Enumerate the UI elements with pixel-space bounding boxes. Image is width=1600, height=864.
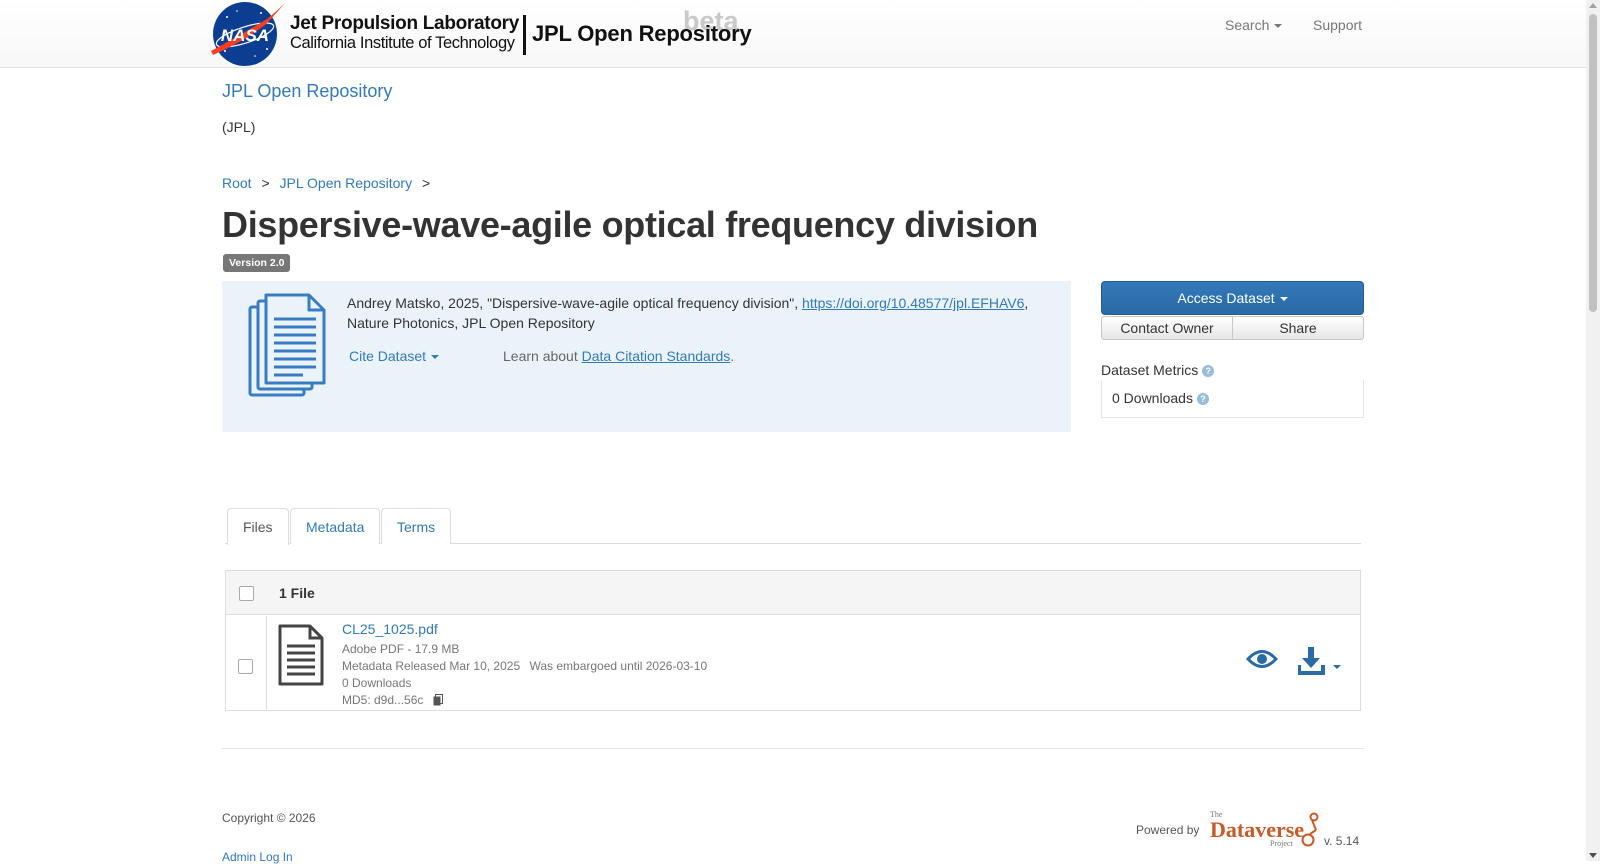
- citation-text: Andrey Matsko, 2025, "Dispersive-wave-ag…: [347, 293, 1047, 333]
- citation-box: Andrey Matsko, 2025, "Dispersive-wave-ag…: [222, 281, 1071, 432]
- caret-down-icon: [1279, 297, 1288, 302]
- citation-body: Andrey Matsko, 2025, "Dispersive-wave-ag…: [347, 295, 799, 311]
- files-table-header: 1 File: [226, 571, 1360, 615]
- lab-name: Jet Propulsion Laboratory: [290, 13, 519, 34]
- help-icon[interactable]: ?: [1202, 365, 1215, 377]
- scroll-up-arrow-icon[interactable]: [1589, 3, 1597, 8]
- file-select-checkbox[interactable]: [238, 659, 253, 674]
- row-divider: [266, 616, 267, 710]
- metrics-box: 0 Downloads?: [1101, 380, 1364, 418]
- file-downloads: 0 Downloads: [342, 676, 412, 690]
- page-scrollbar[interactable]: [1586, 0, 1600, 861]
- dataverse-version: v. 5.14: [1324, 834, 1360, 848]
- caret-down-icon: [1274, 24, 1283, 29]
- doi-link[interactable]: https://doi.org/10.48577/jpl.EFHAV6: [802, 295, 1024, 311]
- citation-standards-note: Learn about Data Citation Standards.: [503, 348, 734, 364]
- contact-owner-button[interactable]: Contact Owner: [1101, 316, 1233, 340]
- file-md5: MD5: d9d...56c: [342, 693, 443, 707]
- footer-divider: [222, 748, 1364, 749]
- support-link[interactable]: Support: [1313, 17, 1362, 33]
- top-navbar: NASA Jet Propulsion Laboratory Californi…: [0, 0, 1586, 68]
- copy-icon[interactable]: [433, 694, 443, 706]
- preview-eye-icon[interactable]: [1246, 648, 1278, 670]
- table-row: CL25_1025.pdf Adobe PDF - 17.9 MB Metada…: [226, 616, 1360, 710]
- md5-value: MD5: d9d...56c: [342, 693, 424, 707]
- download-icon[interactable]: [1298, 646, 1344, 676]
- learn-suffix: .: [730, 348, 735, 364]
- brand-divider: [523, 15, 526, 55]
- caret-down-icon: [431, 355, 440, 360]
- data-citation-standards-link[interactable]: Data Citation Standards: [582, 348, 731, 364]
- search-menu-label: Search: [1225, 17, 1270, 33]
- tab-metadata[interactable]: Metadata: [290, 508, 381, 544]
- dataset-metrics-title: Dataset Metrics: [1101, 362, 1199, 378]
- dataset-documents-icon: [248, 293, 326, 397]
- svg-text:Project: Project: [1270, 839, 1293, 848]
- dataverse-logo[interactable]: The Dataverse Project: [1208, 808, 1326, 850]
- dataset-title: Dispersive-wave-agile optical frequency …: [222, 204, 1038, 245]
- breadcrumb: Root > JPL Open Repository >: [222, 175, 436, 191]
- learn-about-text: Learn about: [503, 348, 582, 364]
- file-document-icon: [278, 624, 324, 686]
- nasa-meatball-icon: NASA: [211, 2, 285, 66]
- share-button[interactable]: Share: [1233, 316, 1364, 340]
- svg-text:NASA: NASA: [221, 26, 269, 45]
- tab-terms[interactable]: Terms: [381, 508, 452, 544]
- breadcrumb-separator: >: [261, 175, 270, 191]
- version-badge: Version 2.0: [223, 254, 291, 272]
- repository-name: JPL Open Repository: [532, 21, 752, 46]
- file-type-size: Adobe PDF - 17.9 MB: [342, 642, 460, 656]
- copyright-text: Copyright © 2026: [222, 811, 316, 825]
- help-icon[interactable]: ?: [1196, 393, 1209, 405]
- dataset-metrics-label: Dataset Metrics?: [1101, 362, 1215, 378]
- access-dataset-button[interactable]: Access Dataset: [1101, 281, 1364, 315]
- file-release-info: Metadata Released Mar 10, 2025 Was embar…: [342, 659, 707, 673]
- metadata-released: Metadata Released Mar 10, 2025: [342, 659, 521, 673]
- search-menu[interactable]: Search: [1225, 17, 1283, 33]
- access-dataset-label: Access Dataset: [1177, 290, 1275, 306]
- breadcrumb-root[interactable]: Root: [222, 175, 252, 191]
- cite-dataset-dropdown[interactable]: Cite Dataset: [349, 348, 440, 364]
- dataverse-title-link[interactable]: JPL Open Repository: [222, 81, 392, 102]
- tab-files[interactable]: Files: [227, 508, 289, 545]
- breadcrumb-separator: >: [422, 175, 431, 191]
- file-name-link[interactable]: CL25_1025.pdf: [342, 621, 438, 637]
- downloads-count: 0 Downloads: [1112, 390, 1193, 406]
- files-table: 1 File CL25_1025.pdf Adobe PDF - 17.9 MB…: [225, 570, 1361, 711]
- select-all-checkbox[interactable]: [239, 586, 254, 601]
- cite-dataset-label: Cite Dataset: [349, 348, 427, 364]
- breadcrumb-repository[interactable]: JPL Open Repository: [280, 175, 413, 191]
- dataset-action-group: Contact Owner Share: [1101, 316, 1364, 340]
- admin-login-link[interactable]: Admin Log In: [222, 850, 293, 864]
- embargo-info: Was embargoed until 2026-03-10: [529, 659, 708, 673]
- file-count: 1 File: [279, 585, 315, 601]
- scroll-thumb[interactable]: [1589, 14, 1597, 312]
- scroll-down-arrow-icon[interactable]: [1589, 853, 1597, 858]
- dataverse-affiliation: (JPL): [222, 119, 256, 135]
- lab-subtitle: California Institute of Technology: [290, 34, 515, 52]
- powered-by-text: Powered by: [1136, 823, 1200, 837]
